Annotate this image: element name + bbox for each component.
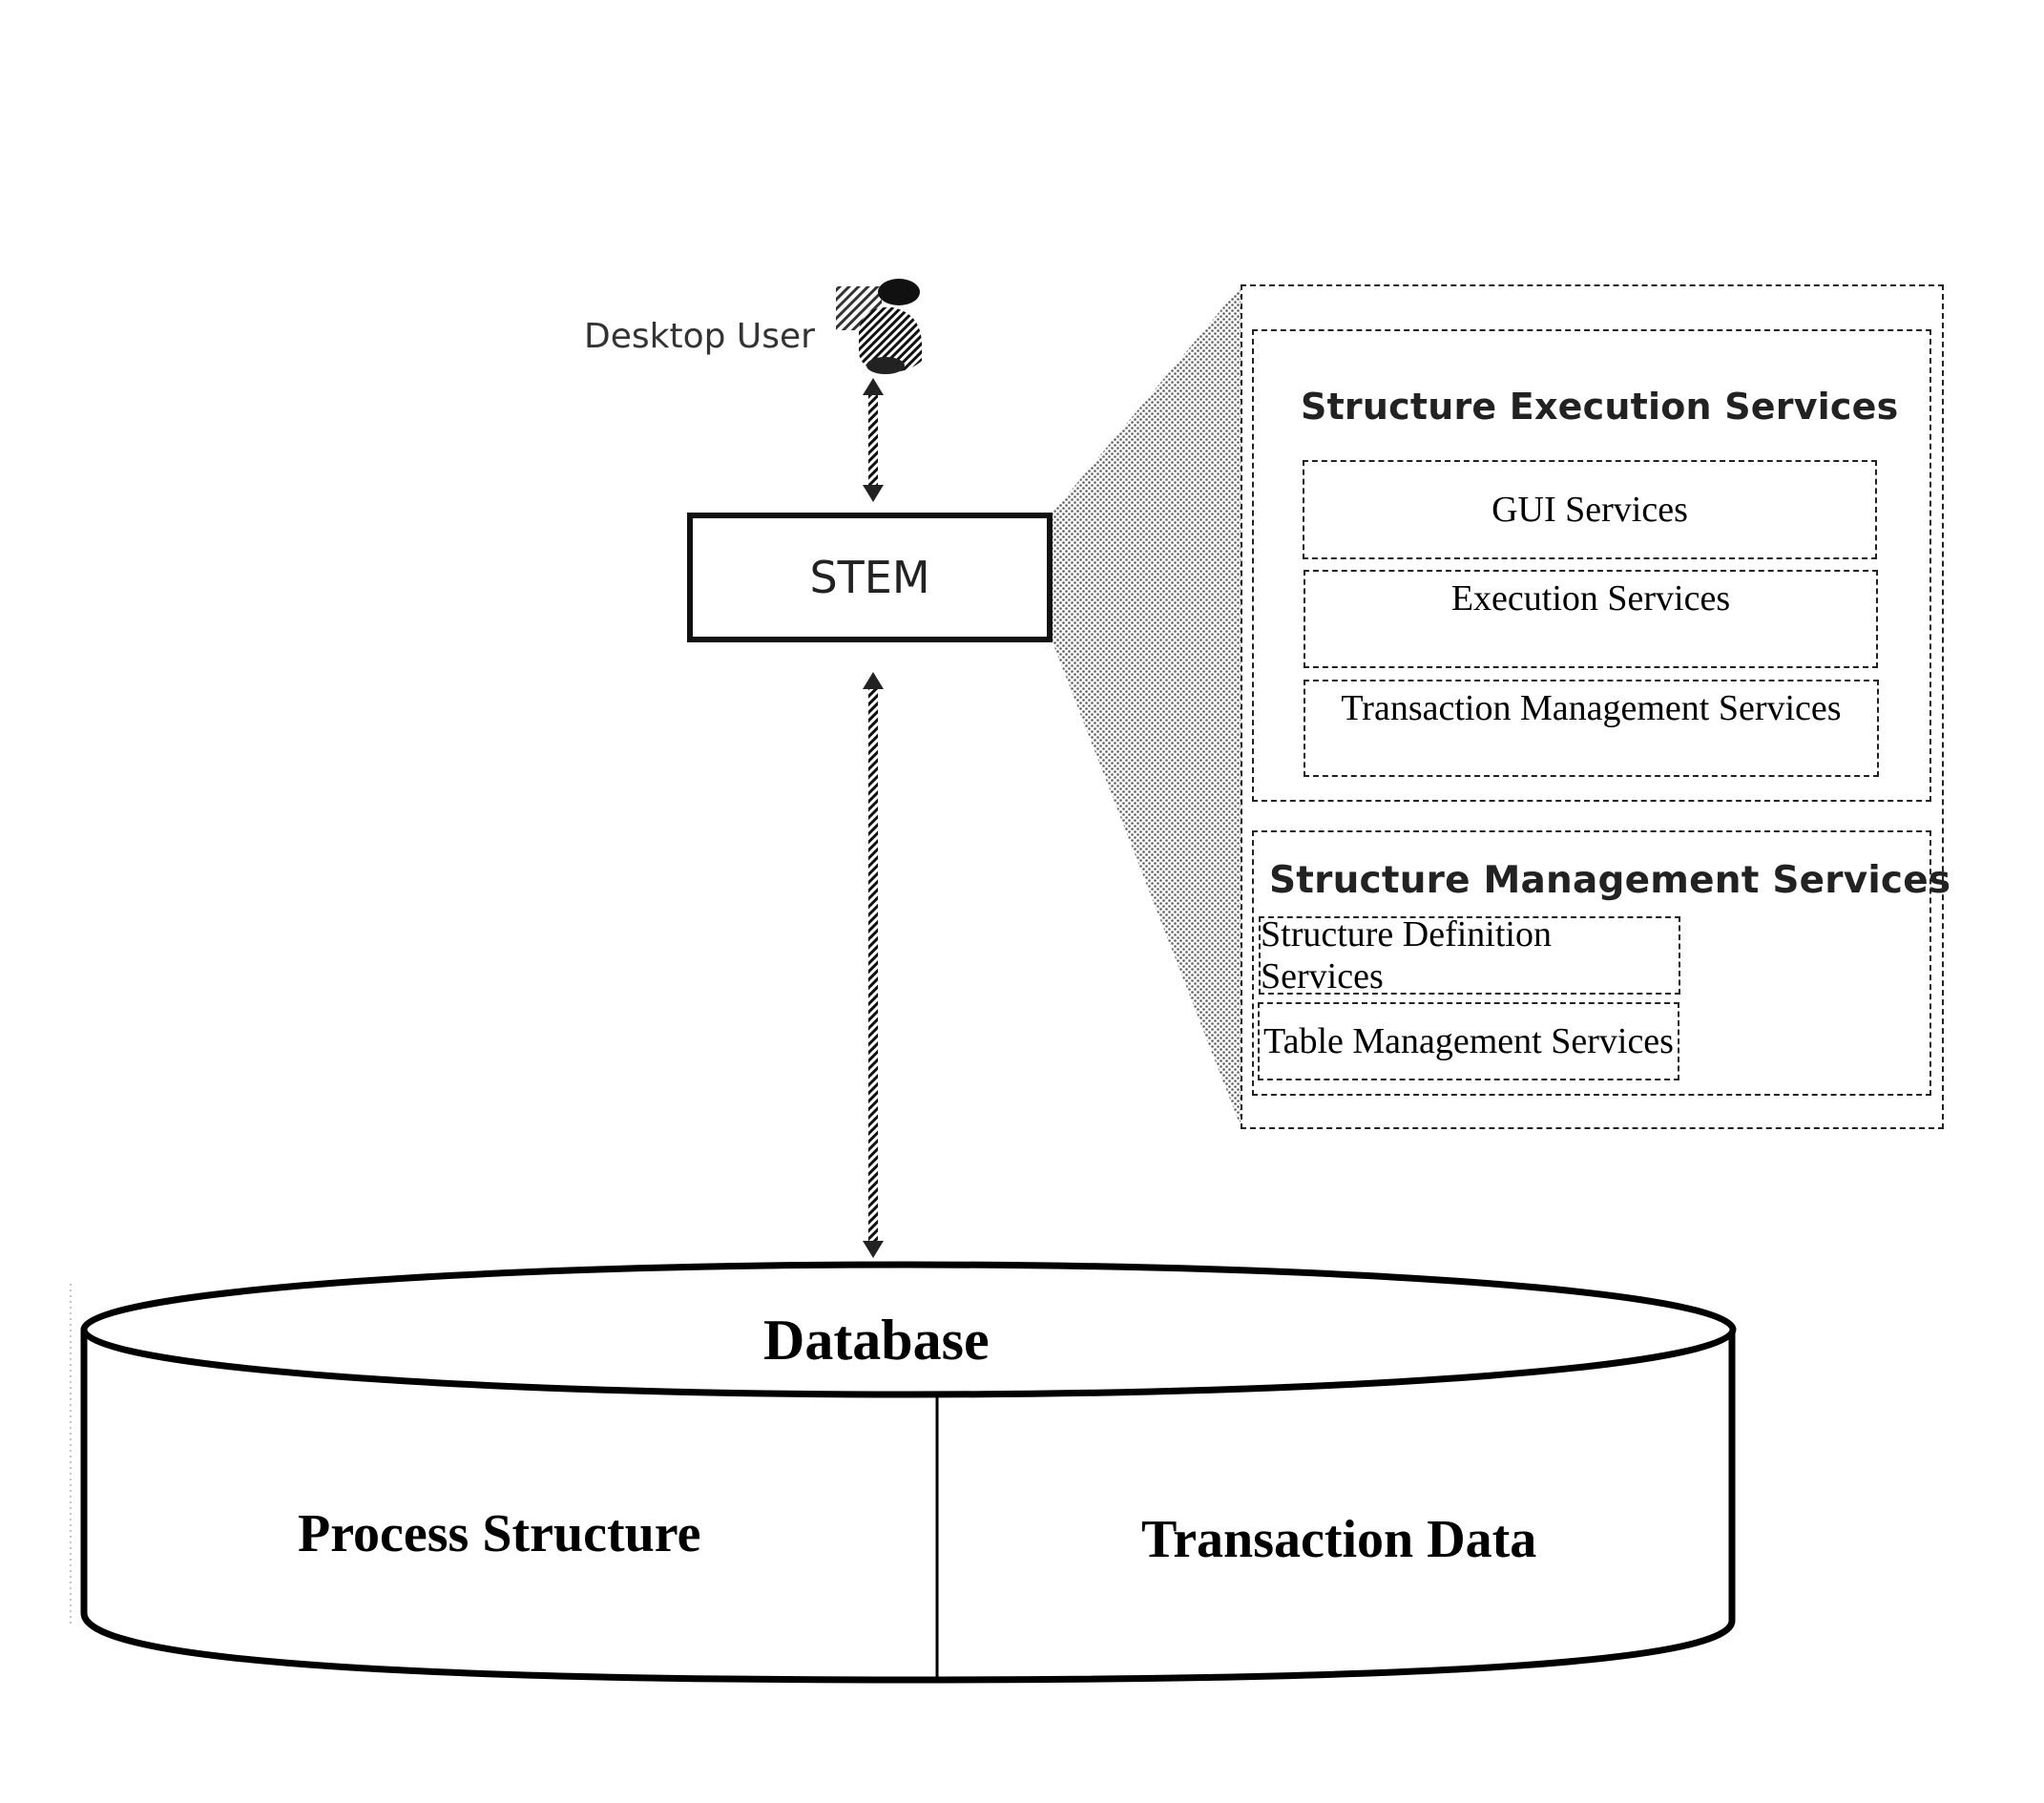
structure-execution-services-title: Structure Execution Services [1301,386,1899,428]
execution-services-box[interactable]: Execution Services [1304,570,1878,668]
table-management-services-label: Table Management Services [1263,1021,1674,1061]
stem-box[interactable]: STEM [687,513,1053,642]
stem-database-arrow [863,672,884,1258]
gui-services-label: GUI Services [1491,490,1688,530]
transaction-management-services-box[interactable]: Transaction Management Services [1304,680,1879,777]
user-stem-arrow [863,378,884,502]
desktop-user-icon [836,279,922,374]
database-title: Database [763,1309,990,1372]
database-partition-process-structure[interactable]: Process Structure [298,1503,701,1564]
table-management-services-box[interactable]: Table Management Services [1258,1002,1679,1080]
callout-wedge [1053,286,1241,1126]
structure-definition-services-label: Structure Definition Services [1261,914,1552,996]
desktop-user-label: Desktop User [584,317,815,356]
structure-management-services-title: Structure Management Services [1269,859,1951,902]
database-partition-transaction-data[interactable]: Transaction Data [1141,1509,1536,1570]
execution-services-label: Execution Services [1450,577,1731,618]
structure-definition-services-box[interactable]: Structure Definition Services [1259,914,1680,996]
gui-services-box[interactable]: GUI Services [1303,460,1877,559]
stem-architecture-diagram: Desktop User STEM Structure Execution Se… [0,0,2044,1803]
stem-label: STEM [809,552,930,603]
transaction-management-services-label: Transaction Management Services [1341,688,1842,728]
